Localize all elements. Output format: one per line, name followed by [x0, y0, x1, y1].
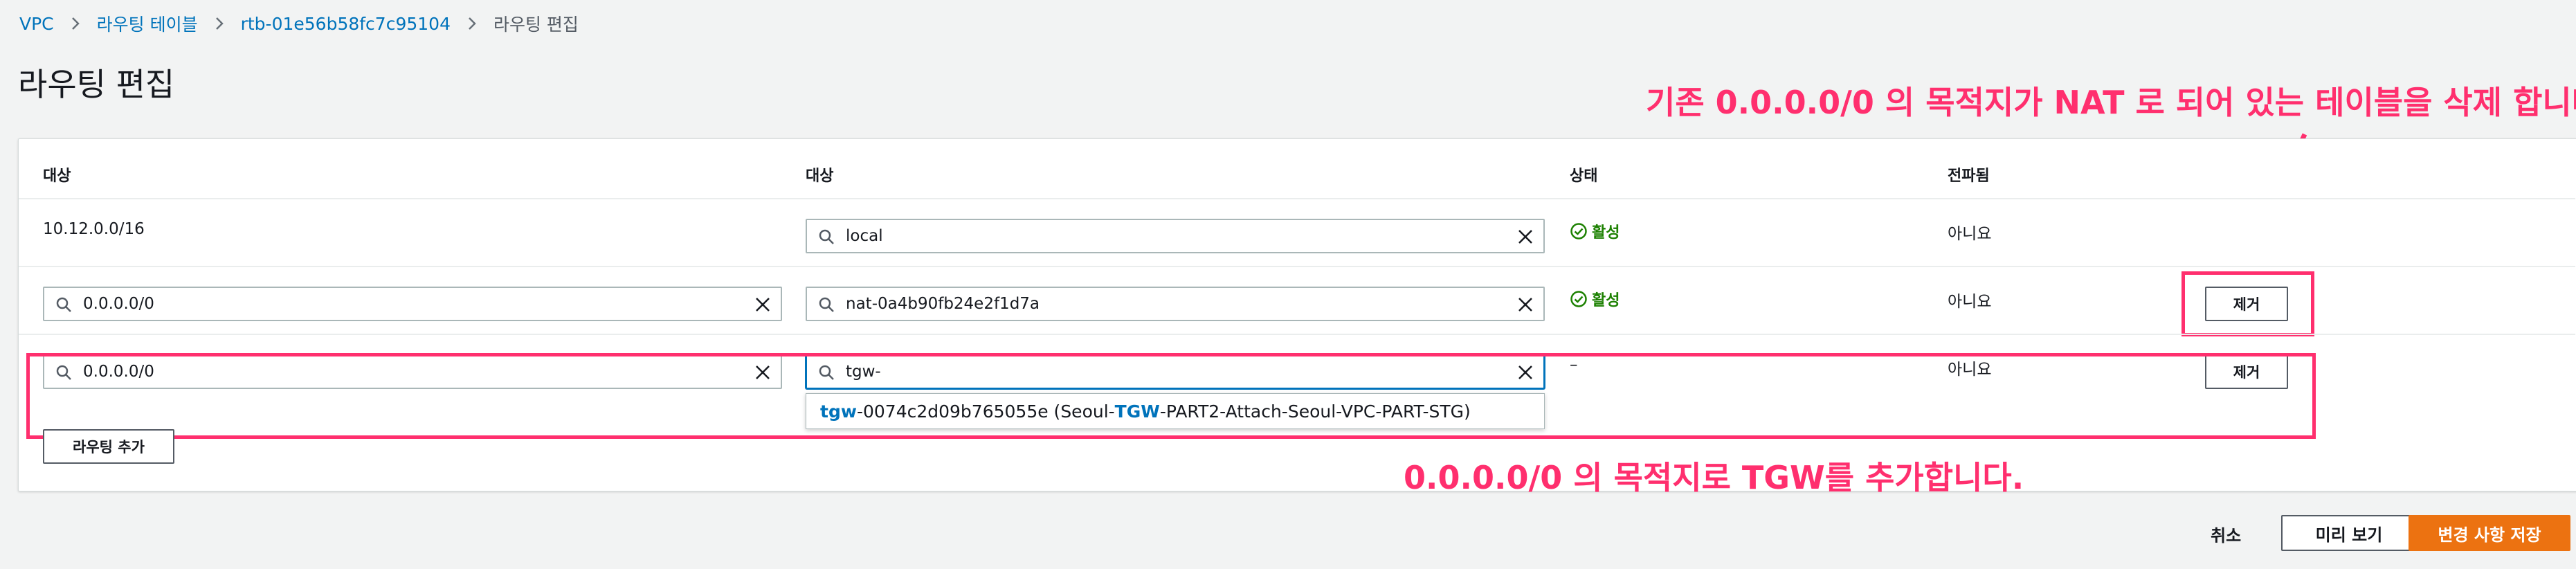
chevron-right-icon: [215, 16, 224, 31]
breadcrumb-route-table-id[interactable]: rtb-01e56b58fc7c95104: [241, 14, 451, 34]
save-changes-button[interactable]: 변경 사항 저장: [2409, 515, 2570, 551]
breadcrumb-route-tables[interactable]: 라우팅 테이블: [97, 11, 198, 36]
row1-status-text: 활성: [1592, 224, 1620, 242]
clear-icon[interactable]: [754, 296, 771, 313]
row1-destination: 10.12.0.0/16: [43, 220, 145, 238]
search-icon: [819, 229, 834, 244]
clear-icon[interactable]: [1517, 296, 1534, 313]
chevron-right-icon: [467, 16, 477, 31]
breadcrumb-vpc[interactable]: VPC: [19, 14, 54, 34]
row2-status: 활성: [1570, 288, 1620, 310]
divider: [19, 198, 2575, 199]
header-propagated: 전파됨: [1948, 168, 1990, 185]
page-title: 라우팅 편집: [18, 66, 175, 103]
row1-target-field[interactable]: local: [806, 219, 1545, 253]
header-status: 상태: [1570, 168, 1598, 185]
row2-target-field[interactable]: nat-0a4b90fb24e2f1d7a: [806, 287, 1545, 321]
breadcrumb-current: 라우팅 편집: [493, 15, 579, 35]
preview-button[interactable]: 미리 보기: [2281, 515, 2417, 551]
row2-destination-value: 0.0.0.0/0: [83, 295, 154, 313]
annotation-top: 기존 0.0.0.0/0 의 목적지가 NAT 로 되어 있는 테이블을 삭제 …: [1646, 84, 2576, 121]
row2-propagated: 아니요: [1948, 293, 1992, 311]
breadcrumb: VPC 라우팅 테이블 rtb-01e56b58fc7c95104 라우팅 편집: [19, 10, 579, 37]
search-icon: [56, 297, 71, 312]
header-destination: 대상: [43, 168, 71, 185]
cancel-button[interactable]: 취소: [2211, 522, 2241, 546]
add-route-button[interactable]: 라우팅 추가: [43, 429, 174, 464]
row1-propagated: 아니요: [1948, 225, 1992, 243]
row2-remove-button[interactable]: 제거: [2205, 287, 2288, 321]
row2-status-text: 활성: [1592, 292, 1620, 309]
annotation-highlight-new-route: [26, 353, 2316, 439]
check-circle-icon: [1570, 291, 1587, 307]
header-target: 대상: [806, 168, 834, 185]
divider: [19, 266, 2575, 267]
search-icon: [819, 297, 834, 312]
row1-target-value: local: [846, 227, 883, 245]
check-circle-icon: [1570, 223, 1587, 240]
row1-status: 활성: [1570, 220, 1620, 242]
row2-target-value: nat-0a4b90fb24e2f1d7a: [846, 295, 1040, 313]
row2-destination-field[interactable]: 0.0.0.0/0: [43, 287, 782, 321]
annotation-bottom: 0.0.0.0/0 의 목적지로 TGW를 추가합니다.: [1404, 459, 2024, 496]
chevron-right-icon: [71, 16, 80, 31]
clear-icon[interactable]: [1517, 228, 1534, 245]
divider: [19, 334, 2575, 335]
